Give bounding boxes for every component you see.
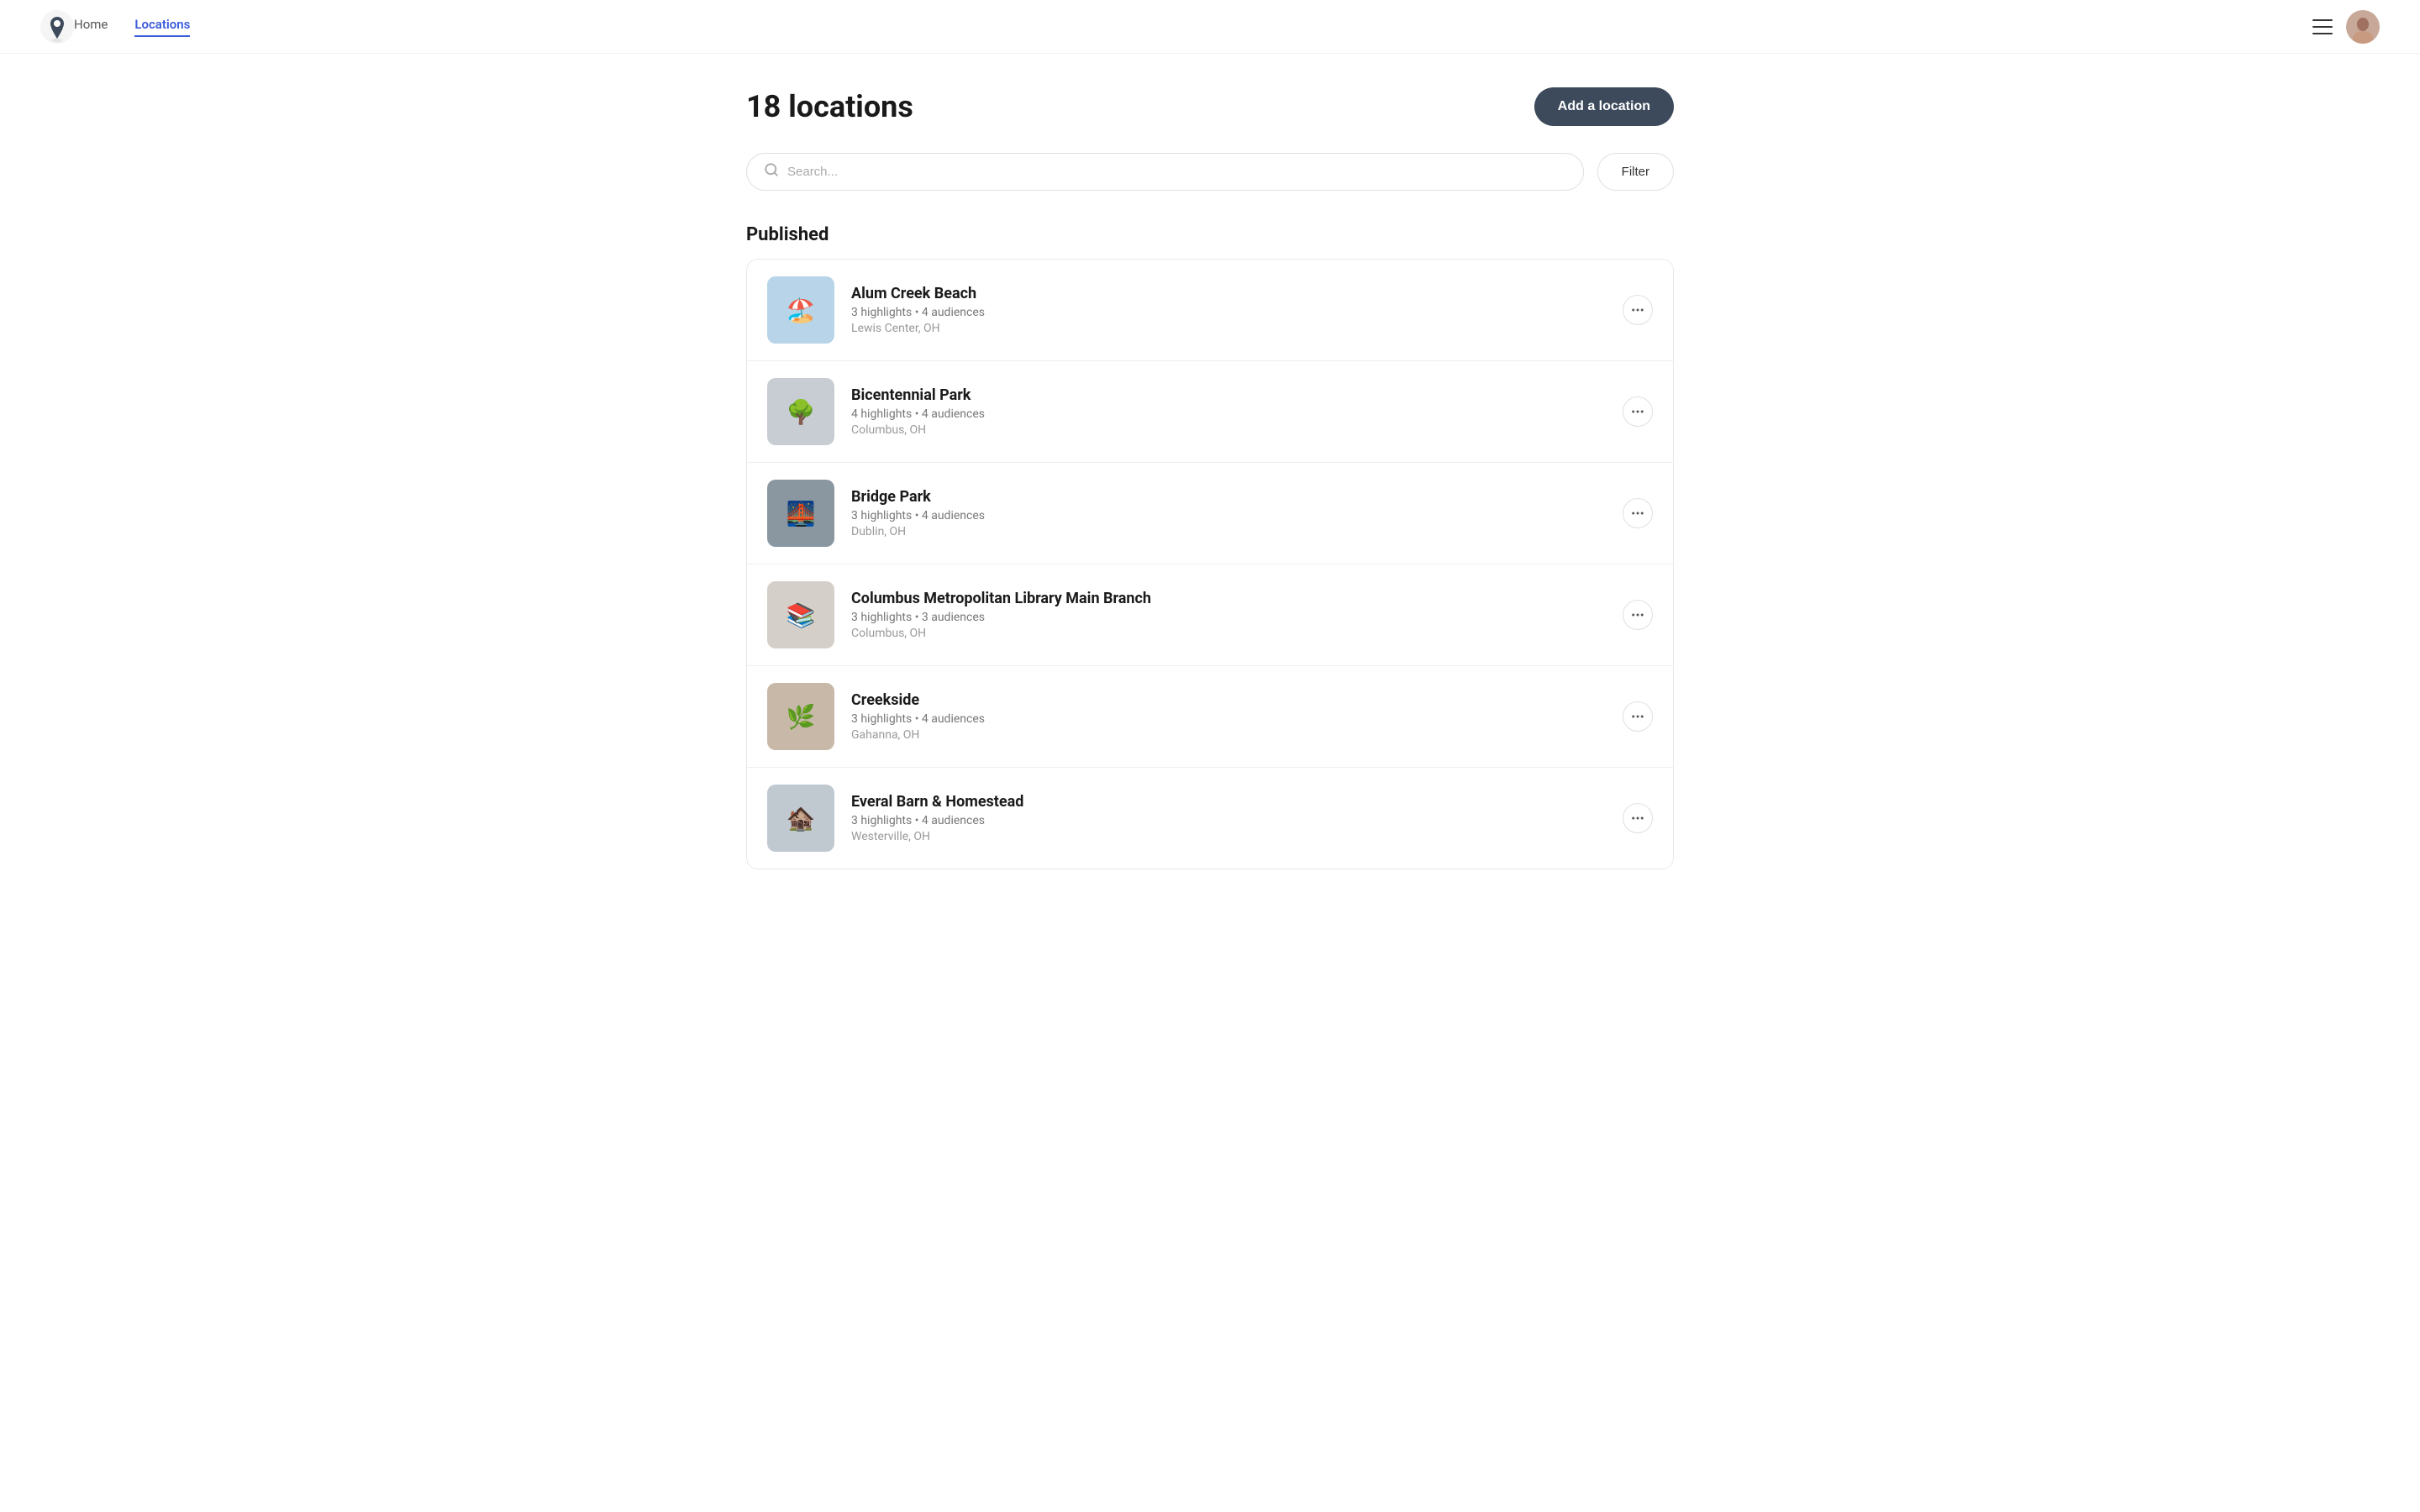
app-logo[interactable] — [40, 10, 74, 44]
location-address: Westerville, OH — [851, 830, 1623, 843]
location-meta: 4 highlights • 4 audiences — [851, 407, 1623, 421]
location-address: Columbus, OH — [851, 423, 1623, 437]
location-item[interactable]: 🌳 Bicentennial Park 4 highlights • 4 aud… — [747, 361, 1673, 463]
nav-home[interactable]: Home — [74, 17, 108, 37]
search-icon — [764, 162, 779, 181]
location-info: Columbus Metropolitan Library Main Branc… — [851, 590, 1623, 640]
location-more-button[interactable] — [1623, 701, 1653, 732]
location-meta: 3 highlights • 4 audiences — [851, 712, 1623, 726]
location-more-button[interactable] — [1623, 295, 1653, 325]
location-info: Bicentennial Park 4 highlights • 4 audie… — [851, 386, 1623, 437]
location-name: Bicentennial Park — [851, 386, 1623, 404]
search-container — [746, 153, 1584, 191]
search-filter-row: Filter — [746, 153, 1674, 191]
location-name: Everal Barn & Homestead — [851, 793, 1623, 811]
location-item[interactable]: 🏚️ Everal Barn & Homestead 3 highlights … — [747, 768, 1673, 869]
location-item[interactable]: 🌉 Bridge Park 3 highlights • 4 audiences… — [747, 463, 1673, 564]
location-address: Dublin, OH — [851, 525, 1623, 538]
location-info: Everal Barn & Homestead 3 highlights • 4… — [851, 793, 1623, 843]
location-name: Columbus Metropolitan Library Main Branc… — [851, 590, 1623, 607]
nav-links: Home Locations — [74, 17, 2312, 37]
location-info: Alum Creek Beach 3 highlights • 4 audien… — [851, 285, 1623, 335]
page-title: 18 locations — [746, 89, 913, 124]
location-thumbnail: 🏚️ — [767, 785, 834, 852]
location-info: Creekside 3 highlights • 4 audiences Gah… — [851, 691, 1623, 742]
location-item[interactable]: 📚 Columbus Metropolitan Library Main Bra… — [747, 564, 1673, 666]
menu-icon[interactable] — [2312, 19, 2333, 34]
search-input[interactable] — [787, 165, 1566, 179]
nav-right — [2312, 10, 2380, 44]
published-section: Published 🏖️ Alum Creek Beach 3 highligh… — [746, 224, 1674, 869]
navbar: Home Locations — [0, 0, 2420, 54]
location-address: Lewis Center, OH — [851, 322, 1623, 335]
location-item[interactable]: 🏖️ Alum Creek Beach 3 highlights • 4 aud… — [747, 260, 1673, 361]
location-address: Columbus, OH — [851, 627, 1623, 640]
location-more-button[interactable] — [1623, 803, 1653, 833]
location-name: Bridge Park — [851, 488, 1623, 506]
avatar[interactable] — [2346, 10, 2380, 44]
published-label: Published — [746, 224, 1674, 245]
location-meta: 3 highlights • 4 audiences — [851, 306, 1623, 319]
location-thumbnail: 🏖️ — [767, 276, 834, 344]
main-content: 18 locations Add a location Filter Publi… — [706, 54, 1714, 903]
location-name: Creekside — [851, 691, 1623, 709]
add-location-button[interactable]: Add a location — [1534, 87, 1674, 126]
nav-locations[interactable]: Locations — [134, 17, 190, 37]
location-name: Alum Creek Beach — [851, 285, 1623, 302]
location-more-button[interactable] — [1623, 600, 1653, 630]
location-more-button[interactable] — [1623, 498, 1653, 528]
page-header: 18 locations Add a location — [746, 87, 1674, 126]
location-meta: 3 highlights • 4 audiences — [851, 509, 1623, 522]
location-more-button[interactable] — [1623, 396, 1653, 427]
location-item[interactable]: 🌿 Creekside 3 highlights • 4 audiences G… — [747, 666, 1673, 768]
location-info: Bridge Park 3 highlights • 4 audiences D… — [851, 488, 1623, 538]
location-thumbnail: 🌿 — [767, 683, 834, 750]
location-address: Gahanna, OH — [851, 728, 1623, 742]
filter-button[interactable]: Filter — [1597, 153, 1674, 191]
location-list: 🏖️ Alum Creek Beach 3 highlights • 4 aud… — [746, 259, 1674, 869]
location-meta: 3 highlights • 3 audiences — [851, 611, 1623, 624]
location-thumbnail: 🌳 — [767, 378, 834, 445]
location-thumbnail: 🌉 — [767, 480, 834, 547]
location-thumbnail: 📚 — [767, 581, 834, 648]
location-meta: 3 highlights • 4 audiences — [851, 814, 1623, 827]
